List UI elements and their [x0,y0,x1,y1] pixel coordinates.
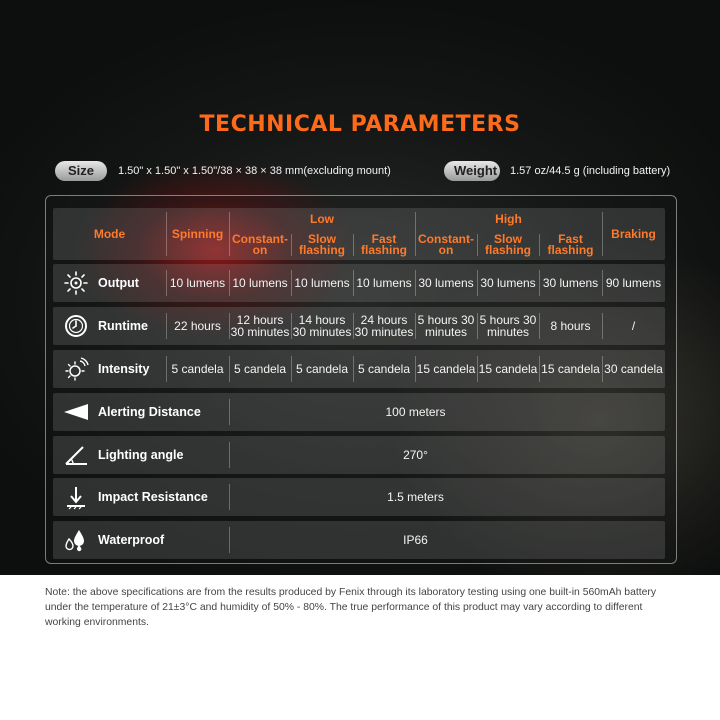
footnote: Note: the above specifications are from … [45,587,657,628]
runtime-row: Runtime 22 hours 12 hours 30 minutes 14 ho… [53,307,665,345]
size-value: 1.50" x 1.50" x 1.50"/38 × 38 × 38 mm(ex… [118,165,391,177]
waterproof-label: Waterproof [98,533,165,547]
mode-header: Mode [93,226,126,241]
intensity-value-1: 5 candela [171,362,224,376]
intensity-value-3: 5 candela [295,362,349,376]
lighting-angle-row: Lighting angle 270° [53,436,665,474]
runtime-value-3: 14 hours 30 minutes [292,313,352,339]
low-header: Low [310,211,334,226]
lighting-angle-label: Lighting angle [98,448,184,462]
alerting-distance-value: 100 meters [385,405,446,419]
runtime-value-2: 12 hours 30 minutes [230,313,290,339]
runtime-value-5: 5 hours 30 minutes [417,313,475,339]
table-header-row: Mode Spinning Low High Braking Constant-… [53,208,665,260]
impact-resistance-row: Impact Resistance 1.5 meters [53,478,665,516]
output-value-5: 30 lumens [418,276,474,290]
page-title: TECHNICAL PARAMETERS [199,112,521,137]
output-value-4: 10 lumens [356,276,412,290]
water-drops-icon [65,530,84,552]
waterproof-row: Waterproof IP66 [53,521,665,559]
intensity-value-5: 15 candela [416,362,476,376]
output-value-8: 90 lumens [605,276,662,290]
low-slow-header: Slow flashing [298,232,345,257]
spinning-header: Spinning [171,226,224,241]
output-value-6: 30 lumens [480,276,536,290]
output-value-3: 10 lumens [294,276,350,290]
impact-icon [67,487,85,510]
alerting-distance-label: Alerting Distance [98,405,201,419]
runtime-value-4: 24 hours 30 minutes [354,313,414,339]
impact-resistance-value: 1.5 meters [387,490,444,504]
output-row: Output 10 lumens 10 lumens 10 lumens 10 lum… [53,264,665,302]
high-slow-header: Slow flashing [484,232,531,257]
intensity-value-2: 5 candela [233,362,287,376]
runtime-value-8: / [631,319,636,333]
runtime-value-6: 5 hours 30 minutes [479,313,537,339]
intensity-value-4: 5 candela [357,362,411,376]
output-label: Output [98,276,139,290]
weight-value: 1.57 oz/44.5 g (including battery) [510,165,671,177]
impact-resistance-label: Impact Resistance [98,490,208,504]
angle-icon [65,446,87,465]
high-header: High [495,211,522,226]
runtime-value-7: 8 hours [550,319,591,333]
low-constant-header: Constant-on [232,232,288,257]
weight-badge: Weight [444,161,500,181]
intensity-icon [65,357,89,381]
runtime-label: Runtime [98,319,148,333]
high-constant-header: Constant-on [418,232,474,257]
clock-icon [65,315,87,337]
waterproof-value: IP66 [403,533,428,547]
lighting-angle-value: 270° [403,448,428,462]
high-fast-header: Fast flashing [547,232,594,257]
beam-icon [64,404,88,420]
sun-icon [64,271,88,295]
output-value-1: 10 lumens [169,276,226,290]
intensity-value-8: 30 candela [604,362,663,376]
intensity-row: Intensity 5 candela 5 candela 5 candela 5 c… [53,350,665,388]
intensity-value-7: 15 candela [541,362,600,376]
output-value-2: 10 lumens [232,276,288,290]
alerting-distance-row: Alerting Distance 100 meters [53,393,665,431]
intensity-value-6: 15 candela [478,362,538,376]
output-value-7: 30 lumens [542,276,599,290]
low-fast-header: Fast flashing [360,232,407,257]
runtime-value-1: 22 hours [174,319,221,333]
size-badge: Size [55,161,107,181]
intensity-label: Intensity [98,362,150,376]
braking-header: Braking [611,226,656,241]
